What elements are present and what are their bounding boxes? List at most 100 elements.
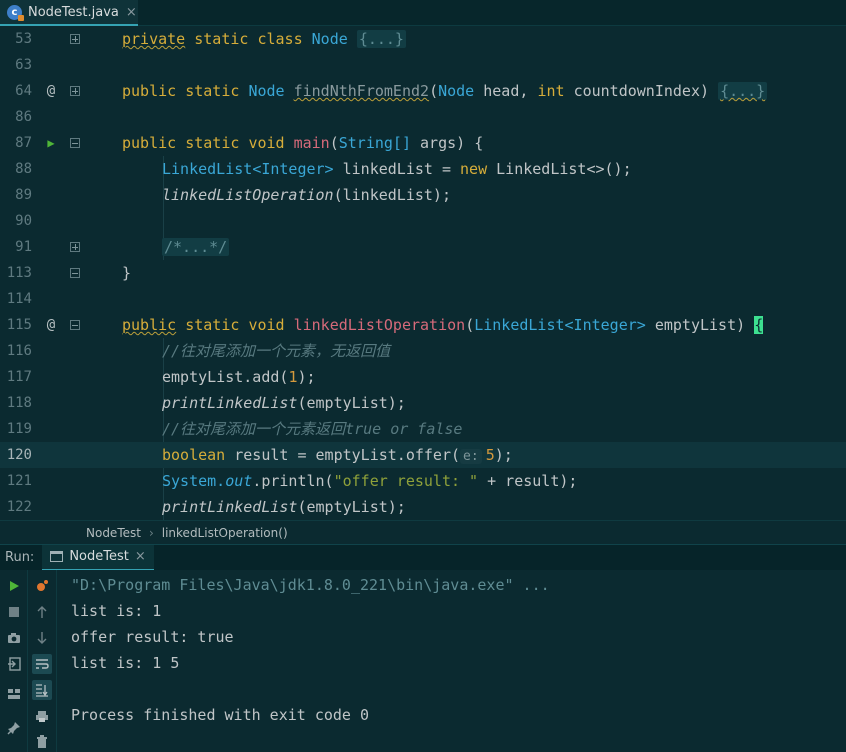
console-window-icon — [50, 551, 64, 562]
code-line[interactable]: 87 ▶ public static void main(String[] ar… — [0, 130, 846, 156]
line-number: 89 — [15, 187, 32, 203]
code-line[interactable]: 63 — [0, 52, 846, 78]
code-line[interactable]: 117 emptyList.add(1); — [0, 364, 846, 390]
line-number: 90 — [15, 213, 32, 229]
debug-bug-icon[interactable] — [32, 576, 52, 596]
override-marker-icon[interactable]: @ — [44, 78, 58, 104]
code-line[interactable]: 86 — [0, 104, 846, 130]
code-text: private static class Node {...} — [122, 30, 406, 48]
stop-icon[interactable] — [4, 602, 24, 622]
line-number: 64 — [15, 83, 32, 99]
line-number: 122 — [6, 499, 32, 515]
code-text: /*...*/ — [162, 234, 230, 260]
breadcrumb-method[interactable]: linkedListOperation() — [162, 526, 288, 540]
console-line: list is: 1 5 — [71, 654, 180, 672]
restore-layout-icon[interactable] — [4, 654, 24, 674]
code-line[interactable]: 118 printLinkedList(emptyList); — [0, 390, 846, 416]
line-number: 91 — [15, 239, 32, 255]
breadcrumb-class[interactable]: NodeTest — [86, 526, 141, 540]
line-number: 114 — [6, 291, 32, 307]
line-number: 115 — [6, 317, 32, 333]
code-text: printLinkedList(emptyList); — [162, 394, 406, 412]
code-line[interactable]: 119 //往对尾添加一个元素返回true or false — [0, 416, 846, 442]
pin-icon[interactable] — [4, 718, 24, 738]
code-line[interactable]: 122 printLinkedList(emptyList); — [0, 494, 846, 520]
close-icon[interactable]: × — [126, 5, 137, 20]
run-toolbar — [0, 570, 28, 752]
line-number: 117 — [6, 369, 32, 385]
trash-icon[interactable] — [32, 732, 52, 752]
line-number: 86 — [15, 109, 32, 125]
run-tab-label: NodeTest — [69, 549, 129, 564]
code-line[interactable]: 53 private static class Node {...} — [0, 26, 846, 52]
code-text: emptyList.add(1); — [162, 368, 316, 386]
console-output[interactable]: "D:\Program Files\Java\jdk1.8.0_221\bin\… — [57, 570, 846, 752]
layout-icon[interactable] — [4, 684, 24, 704]
line-number: 118 — [6, 395, 32, 411]
fold-collapse-icon[interactable] — [70, 138, 80, 148]
code-line[interactable]: 91 /*...*/ — [0, 234, 846, 260]
code-text: } — [122, 264, 132, 282]
line-number: 116 — [6, 343, 32, 359]
code-text: LinkedList<Integer> linkedList = new Lin… — [162, 160, 632, 178]
console-line-exit: Process finished with exit code 0 — [71, 706, 370, 724]
line-number: 63 — [15, 57, 32, 73]
java-class-icon: c — [7, 4, 24, 21]
code-text: public static Node findNthFromEnd2(Node … — [122, 82, 768, 100]
fold-collapse-icon[interactable] — [70, 268, 80, 278]
line-number: 121 — [6, 473, 32, 489]
code-line[interactable]: 116 //往对尾添加一个元素，无返回值 — [0, 338, 846, 364]
fold-expand-icon[interactable] — [70, 242, 80, 252]
code-text: linkedListOperation(linkedList); — [162, 186, 451, 204]
code-editor[interactable]: 53 private static class Node {...} 63 64… — [0, 26, 846, 520]
code-line[interactable]: 90 — [0, 208, 846, 234]
code-line[interactable]: 114 — [0, 286, 846, 312]
run-gutter-icon[interactable]: ▶ — [44, 130, 58, 156]
code-line[interactable]: 121 System.out.println("offer result: " … — [0, 468, 846, 494]
folded-block: {...} — [356, 30, 406, 48]
code-line[interactable]: 88 LinkedList<Integer> linkedList = new … — [0, 156, 846, 182]
code-line[interactable]: 115 @ public static void linkedListOpera… — [0, 312, 846, 338]
folded-comment: /*...*/ — [162, 238, 230, 256]
print-icon[interactable] — [32, 706, 52, 726]
code-text: public static void main(String[] args) { — [122, 134, 484, 152]
override-marker-icon[interactable]: @ — [44, 312, 58, 338]
tab-nodetest-java[interactable]: c NodeTest.java × — [0, 0, 138, 26]
scroll-to-end-icon[interactable] — [32, 680, 52, 700]
arrow-down-icon[interactable] — [32, 628, 52, 648]
code-text: public static void linkedListOperation(L… — [122, 316, 764, 334]
line-number: 120 — [6, 447, 32, 463]
close-icon[interactable]: × — [135, 549, 146, 564]
code-text: printLinkedList(emptyList); — [162, 498, 406, 516]
console-line-command: "D:\Program Files\Java\jdk1.8.0_221\bin\… — [71, 576, 550, 594]
line-number: 88 — [15, 161, 32, 177]
arrow-up-icon[interactable] — [32, 602, 52, 622]
soft-wrap-icon[interactable] — [32, 654, 52, 674]
code-line[interactable]: 89 linkedListOperation(linkedList); — [0, 182, 846, 208]
rerun-icon[interactable] — [4, 576, 24, 596]
console-toolbar — [28, 570, 57, 752]
fold-collapse-icon[interactable] — [70, 320, 80, 330]
code-line[interactable]: 113 } — [0, 260, 846, 286]
run-tab-nodetest[interactable]: NodeTest × — [42, 544, 154, 571]
code-comment: //往对尾添加一个元素，无返回值 — [162, 342, 391, 360]
code-text: System.out.println("offer result: " + re… — [162, 472, 578, 490]
line-number: 87 — [15, 135, 32, 151]
fold-expand-icon[interactable] — [70, 34, 80, 44]
run-tool-window-header: Run: NodeTest × — [0, 544, 846, 571]
code-text: boolean result = emptyList.offer(e: 5); — [162, 446, 513, 464]
code-comment: //往对尾添加一个元素返回true or false — [162, 420, 463, 438]
breadcrumb: NodeTest › linkedListOperation() — [0, 520, 846, 544]
current-code-line[interactable]: 120 boolean result = emptyList.offer(e: 5… — [0, 442, 846, 468]
fold-expand-icon[interactable] — [70, 86, 80, 96]
camera-icon[interactable] — [4, 628, 24, 648]
run-label: Run: — [5, 550, 35, 565]
matched-brace: { — [754, 316, 764, 334]
line-number: 53 — [15, 31, 32, 47]
breadcrumb-separator: › — [148, 525, 154, 540]
editor-tab-bar: c NodeTest.java × — [0, 0, 846, 26]
folded-block: {...} — [718, 82, 768, 100]
code-line[interactable]: 64 @ public static Node findNthFromEnd2(… — [0, 78, 846, 104]
line-number: 113 — [6, 265, 32, 281]
console-line: offer result: true — [71, 628, 234, 646]
